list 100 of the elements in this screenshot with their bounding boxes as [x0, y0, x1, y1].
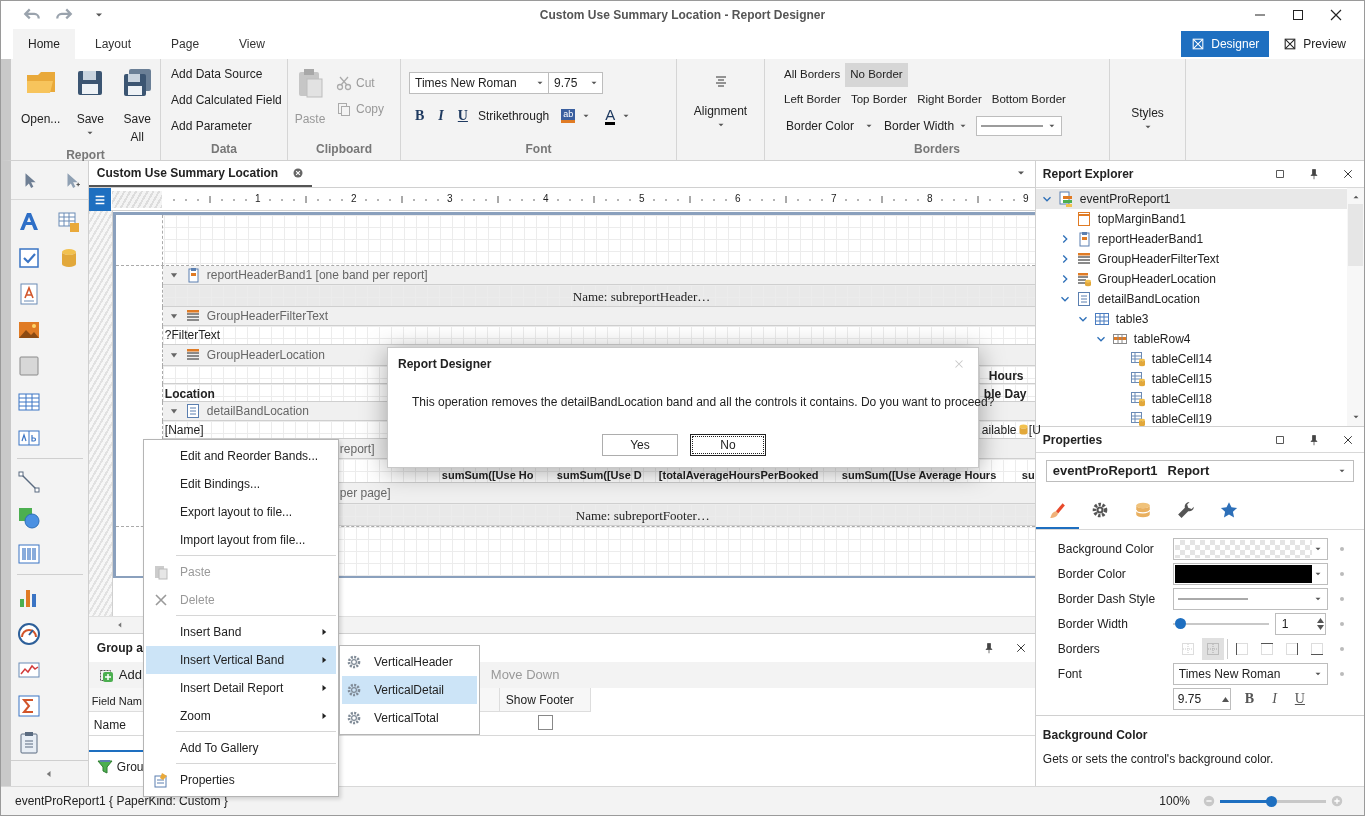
font-combo[interactable]: Times New Roman	[409, 72, 549, 94]
menu-item[interactable]: Insert Detail Report	[146, 674, 336, 702]
spin-field[interactable]: 1	[1274, 612, 1326, 635]
tree-item[interactable]: tableRow4	[1035, 329, 1347, 349]
ruler-number: 2	[350, 192, 358, 206]
column-header: Field Nam	[91, 694, 142, 709]
object-combo[interactable]: eventProReport1 Report	[1045, 460, 1354, 482]
menu-item[interactable]: VerticalDetail	[342, 676, 477, 704]
strikethrough-button[interactable]: Strikethrough	[477, 106, 550, 125]
ribbon-tab[interactable]: Page	[151, 29, 220, 59]
tree-item[interactable]: topMarginBand1	[1035, 209, 1347, 229]
report-label: Name: subreportFooter…	[575, 507, 710, 525]
ribbon-button[interactable]: Add Calculated Field	[171, 91, 287, 109]
report-label: ?FilterText	[164, 327, 221, 344]
italic-button[interactable]: I	[1272, 688, 1277, 709]
property-label: Borders	[1056, 640, 1101, 658]
ribbon-button[interactable]: Save All	[114, 59, 160, 146]
document-tab[interactable]: Custom Use Summary Location	[88, 161, 313, 187]
report-label: Name: subreportHeader…	[572, 288, 711, 306]
tree-item[interactable]: GroupHeaderLocation	[1035, 269, 1347, 289]
property-label: Font	[1056, 665, 1083, 683]
menu-item[interactable]: Import layout from file...	[146, 526, 336, 554]
ribbon-button[interactable]: Add Parameter	[171, 117, 287, 135]
tree-item[interactable]: GroupHeaderFilterText	[1035, 249, 1347, 269]
border-button[interactable]: Bottom Border	[986, 88, 1071, 112]
ruler-number: 6	[734, 192, 742, 206]
ribbon-button[interactable]: Open...	[15, 59, 67, 146]
menu-item[interactable]: Zoom	[146, 702, 336, 730]
underline-button[interactable]: U	[1294, 688, 1305, 709]
ribbon-tab[interactable]: Layout	[75, 29, 152, 59]
group-title: Borders	[913, 141, 961, 158]
tree-item[interactable]: tableCell18	[1035, 389, 1347, 409]
table-cell-text: Name	[93, 717, 126, 734]
ruler-number: 8	[926, 192, 934, 206]
table-cell-text: sumSum([Use D	[556, 469, 643, 481]
font-color-button[interactable]: A	[605, 106, 616, 125]
alignment-button[interactable]: Alignment	[677, 59, 764, 160]
ruler-number: 3	[446, 192, 454, 206]
panel-title: Properties	[1042, 431, 1103, 449]
table-cell-text: sumSum([Use Average Hours	[841, 469, 998, 481]
tree-item[interactable]: table3	[1035, 309, 1347, 329]
table-cell-text: ailable	[981, 422, 1017, 439]
styles-button[interactable]: Styles	[1110, 59, 1185, 160]
window-title: Custom Use Summary Location - Report Designer	[539, 8, 826, 22]
ruler-number: 5	[638, 192, 646, 206]
border-color-button[interactable]: Border Color	[786, 117, 855, 135]
bold-button[interactable]: B	[1244, 688, 1255, 709]
property-label: Border Width	[1056, 615, 1129, 633]
ribbon-button[interactable]: Add Data Source	[171, 65, 287, 83]
menu-item[interactable]: Insert Vertical Band	[146, 646, 336, 674]
border-button[interactable]: Left Border	[779, 88, 846, 112]
tree-item[interactable]: detailBandLocation	[1035, 289, 1347, 309]
group-title: Data	[210, 141, 238, 158]
highlight-color-button[interactable]: ab	[561, 108, 576, 123]
panel-tab[interactable]: Grou	[88, 758, 144, 780]
bold-button[interactable]: B	[415, 105, 425, 126]
underline-button[interactable]: U	[457, 105, 468, 126]
font-size-field[interactable]: 9.75	[1172, 687, 1231, 710]
group-title: Font	[524, 141, 553, 158]
property-label: Border Color	[1056, 565, 1127, 583]
border-button[interactable]: Right Border	[912, 88, 987, 112]
description-title: Background Color	[1042, 727, 1149, 744]
panel-title: Report Explorer	[1042, 166, 1134, 183]
band-caption: GroupHeaderFilterText	[162, 307, 1035, 326]
property-label: Background Color	[1056, 540, 1155, 558]
size-combo[interactable]: 9.75	[548, 72, 603, 94]
table-cell-text: sumSum([Use Ho	[441, 469, 535, 481]
tree-item[interactable]: tableCell15	[1035, 369, 1347, 389]
border-button[interactable]: All Borders	[779, 63, 846, 87]
font-combo[interactable]: Times New Roman	[1172, 662, 1328, 685]
add-button[interactable]: Add	[98, 665, 142, 685]
ruler-number: 1	[254, 192, 262, 206]
menu-item[interactable]: Insert Band	[146, 618, 336, 646]
border-button[interactable]: Top Border	[845, 88, 913, 112]
menu-item[interactable]: VerticalTotal	[342, 704, 477, 732]
menu-item[interactable]: VerticalHeader	[342, 648, 477, 676]
band-caption: reportHeaderBand1 [one band per report]	[162, 266, 1035, 285]
menu-item[interactable]: Properties	[146, 766, 336, 794]
tree-item[interactable]: reportHeaderBand1	[1035, 229, 1347, 249]
ribbon-tab[interactable]: View	[219, 29, 285, 59]
border-width-button[interactable]: Border Width	[884, 117, 955, 135]
ruler-number: 7	[830, 192, 838, 206]
ribbon-button[interactable]: Save	[68, 59, 113, 146]
view-mode-tab[interactable]: Preview	[1273, 31, 1356, 57]
dialog-button[interactable]: No	[690, 434, 766, 456]
table-cell-text: [totalAverageHoursPerBooked	[658, 469, 820, 481]
zoom-level-text: 100%	[1159, 793, 1190, 810]
view-mode-tab[interactable]: Designer	[1181, 31, 1270, 57]
ruler-number: 4	[542, 192, 550, 206]
border-button[interactable]: No Border	[845, 63, 908, 87]
table-cell: su	[1021, 469, 1035, 481]
menu-item[interactable]: Add To Gallery	[146, 734, 336, 762]
ribbon-tab[interactable]: Home	[13, 29, 75, 59]
tree-item[interactable]: eventProReport1	[1035, 189, 1347, 209]
tree-item[interactable]: tableCell14	[1035, 349, 1347, 369]
column-header: Show Footer	[498, 688, 591, 712]
dialog-button[interactable]: Yes	[602, 434, 678, 456]
ruler-number: 9	[1022, 192, 1030, 206]
table-cell-text: [Name]	[164, 422, 204, 439]
italic-button[interactable]: I	[438, 105, 444, 126]
